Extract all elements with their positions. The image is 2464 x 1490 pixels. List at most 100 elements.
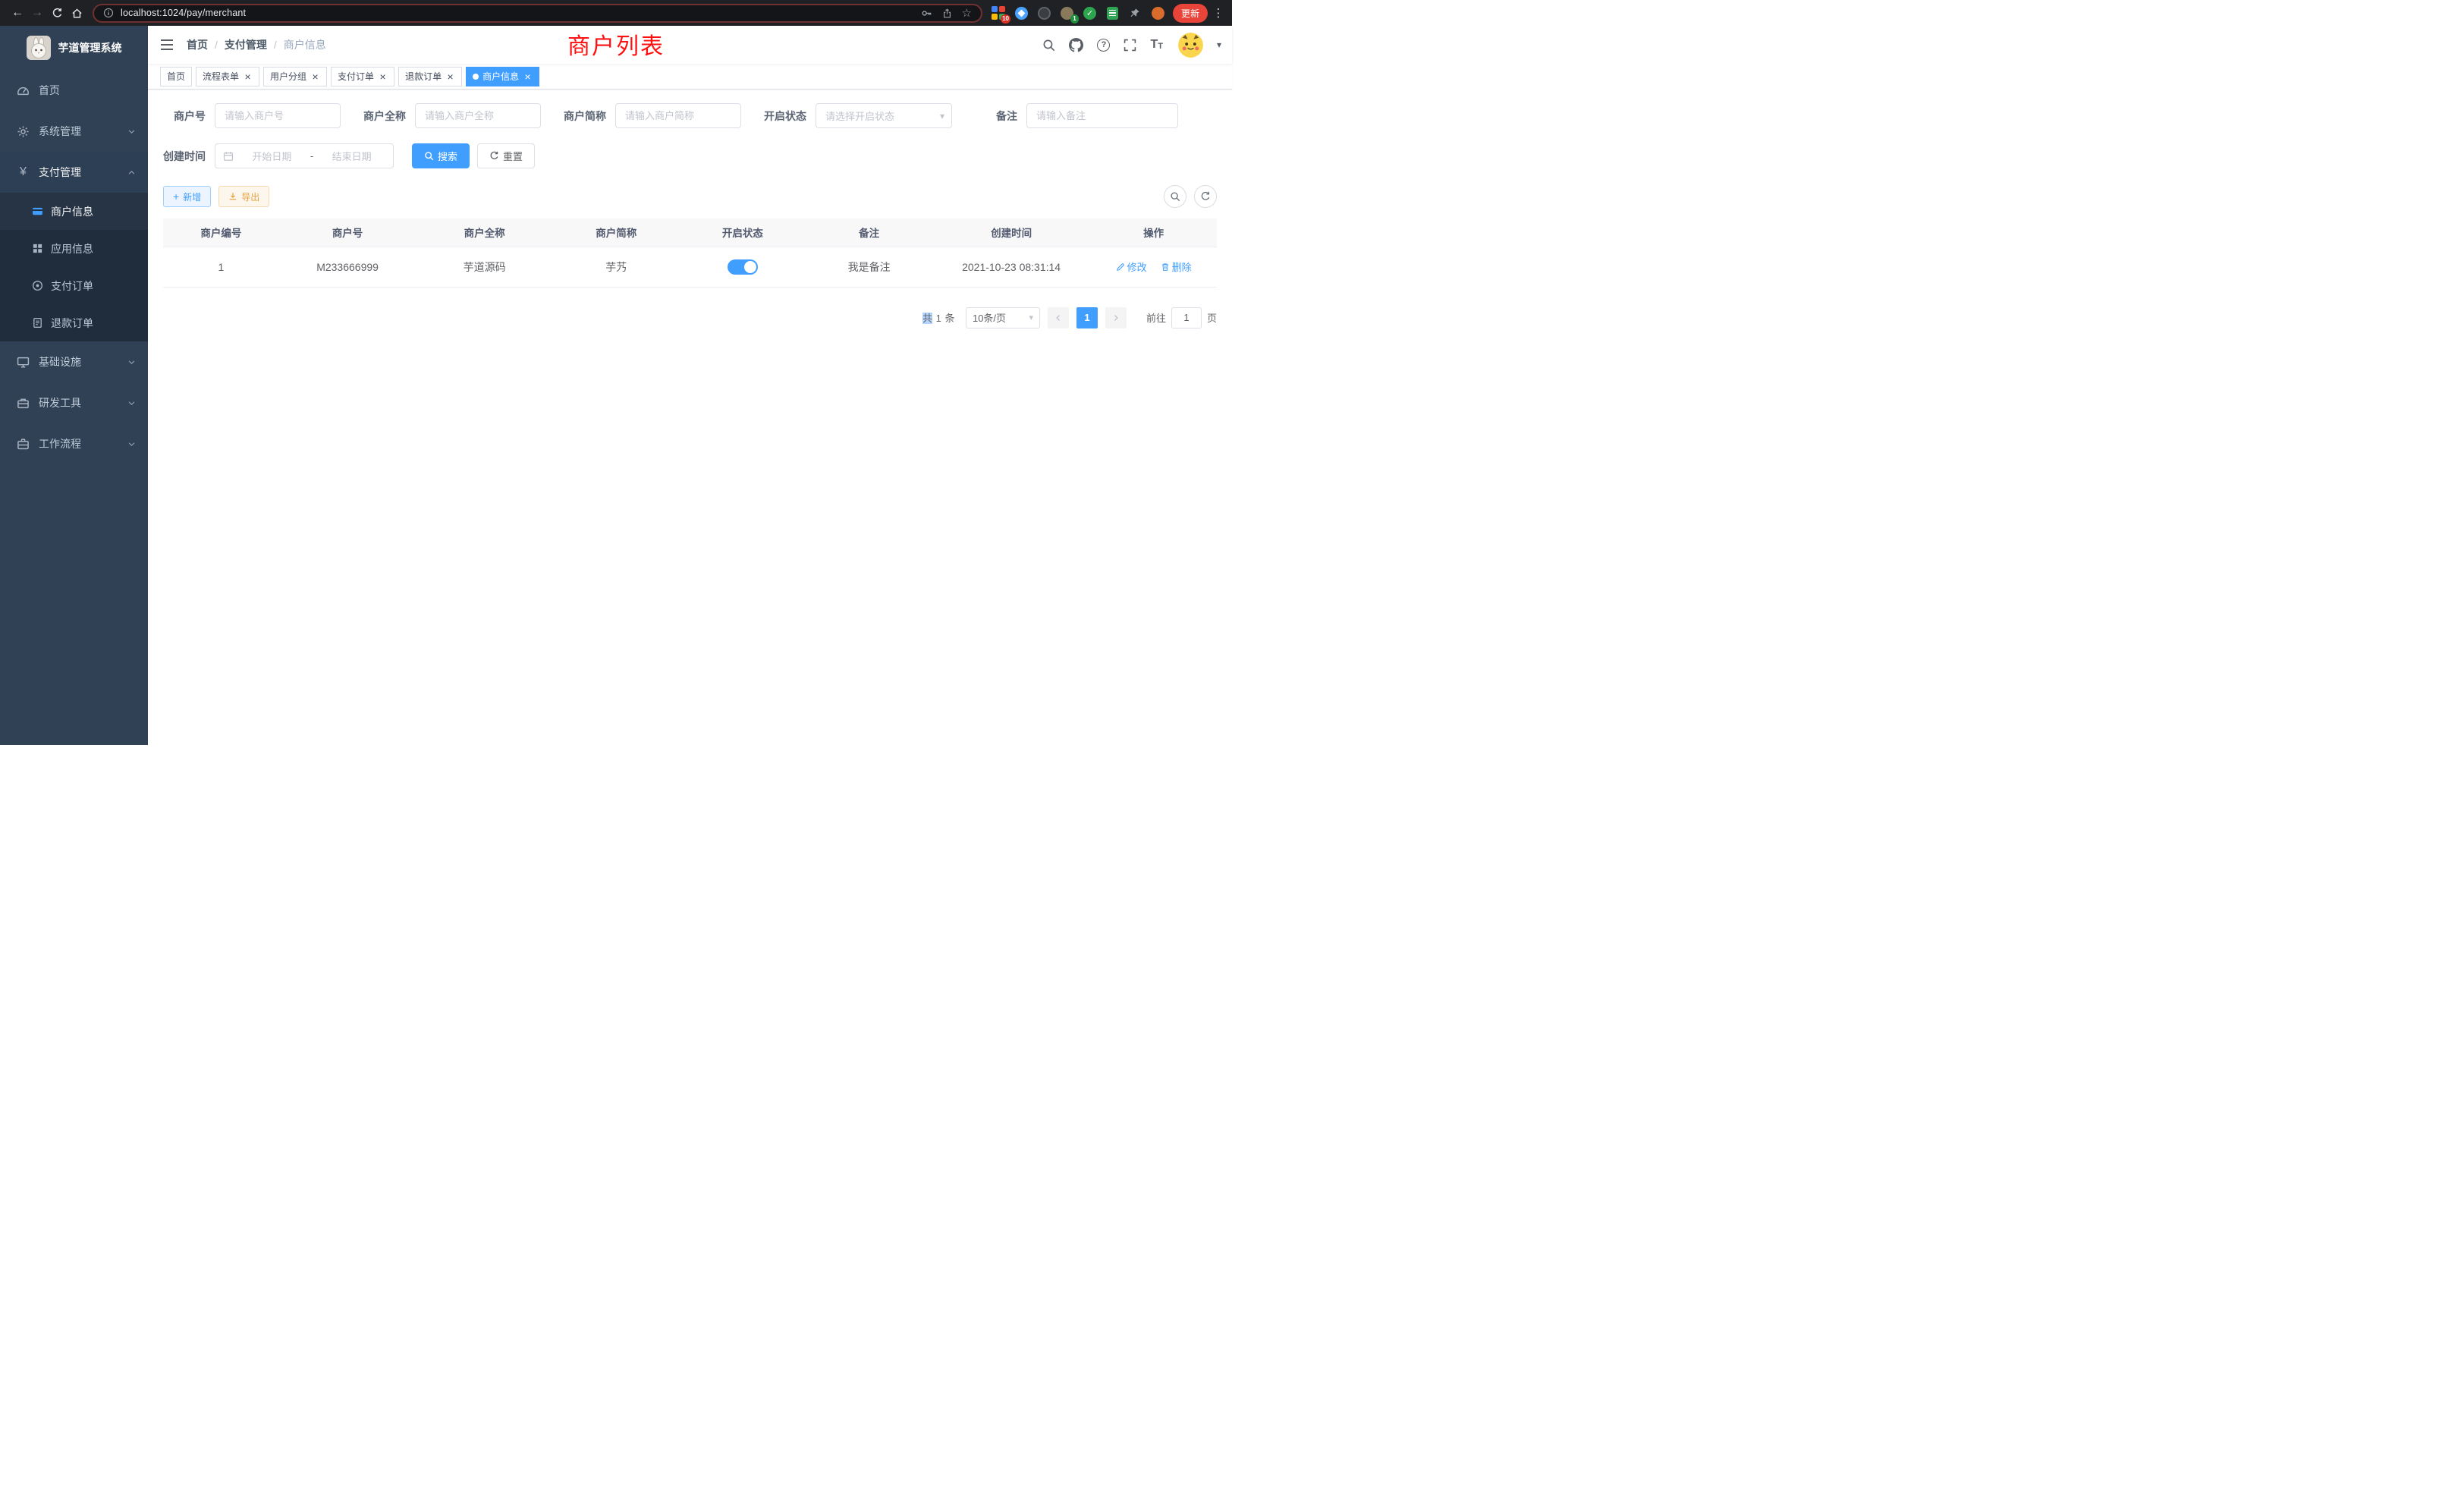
sidebar-item-workflow[interactable]: 工作流程 bbox=[0, 423, 148, 464]
sidebar-item-label: 系统管理 bbox=[39, 124, 81, 139]
site-info-icon[interactable] bbox=[103, 8, 114, 18]
start-date-input[interactable]: 开始日期 bbox=[238, 149, 306, 163]
page-number-button[interactable]: 1 bbox=[1076, 307, 1098, 328]
extension-green-check-icon[interactable]: ✓ bbox=[1083, 6, 1097, 20]
edit-button[interactable]: 修改 bbox=[1116, 259, 1147, 274]
plus-icon: + bbox=[173, 191, 179, 202]
chevron-down-icon bbox=[127, 358, 136, 366]
sidebar-item-merchant-info[interactable]: 商户信息 bbox=[0, 193, 148, 230]
trash-icon bbox=[1161, 262, 1170, 272]
font-size-icon[interactable]: TT bbox=[1150, 39, 1163, 51]
merchant-table: 商户编号 商户号 商户全称 商户简称 开启状态 备注 创建时间 操作 1 M23… bbox=[163, 218, 1217, 288]
close-icon[interactable]: × bbox=[445, 72, 455, 81]
browser-update-button[interactable]: 更新 bbox=[1173, 4, 1208, 23]
status-toggle[interactable] bbox=[728, 259, 758, 275]
export-button[interactable]: 导出 bbox=[218, 186, 269, 207]
close-icon[interactable]: × bbox=[523, 72, 533, 81]
extension-pin-icon[interactable] bbox=[1128, 6, 1142, 20]
sidebar-item-payment[interactable]: ¥ 支付管理 bbox=[0, 152, 148, 193]
browser-back-button[interactable]: ← bbox=[8, 3, 27, 23]
merchant-fullname-input[interactable] bbox=[415, 103, 541, 128]
tab-pay-order[interactable]: 支付订单 × bbox=[331, 67, 394, 86]
tab-refund-order[interactable]: 退款订单 × bbox=[398, 67, 462, 86]
share-icon[interactable] bbox=[942, 8, 952, 19]
browser-forward-button[interactable]: → bbox=[27, 3, 47, 23]
pagination: 共 1 条 10条/页 ▾ 1 前往 页 bbox=[163, 307, 1217, 328]
user-avatar[interactable] bbox=[1178, 33, 1203, 58]
pagination-total: 共 1 条 bbox=[922, 310, 955, 325]
extension-colorful-grid-icon[interactable]: 10 bbox=[992, 6, 1006, 20]
delete-button[interactable]: 删除 bbox=[1161, 259, 1192, 274]
next-page-button[interactable] bbox=[1105, 307, 1127, 328]
sidebar-item-pay-order[interactable]: 支付订单 bbox=[0, 267, 148, 304]
refresh-table-button[interactable] bbox=[1194, 185, 1217, 208]
reload-icon bbox=[52, 8, 63, 19]
sidebar-toggle-icon[interactable] bbox=[159, 36, 175, 53]
end-date-input[interactable]: 结束日期 bbox=[318, 149, 385, 163]
extension-badge: 10 bbox=[1001, 14, 1010, 24]
prev-page-button[interactable] bbox=[1048, 307, 1069, 328]
col-status: 开启状态 bbox=[680, 218, 806, 247]
extension-orange-avatar-icon[interactable] bbox=[1151, 6, 1165, 20]
sidebar-item-home[interactable]: 首页 bbox=[0, 70, 148, 111]
app-logo[interactable]: 芋道管理系统 bbox=[0, 26, 148, 70]
extension-green-doc-icon[interactable] bbox=[1105, 6, 1120, 20]
status-select[interactable]: 请选择开启状态 ▾ bbox=[816, 103, 952, 128]
toggle-search-button[interactable] bbox=[1164, 185, 1186, 208]
sidebar-item-app-info[interactable]: 应用信息 bbox=[0, 230, 148, 267]
extension-dark-circle-icon[interactable] bbox=[1037, 6, 1051, 20]
sidebar-item-refund-order[interactable]: 退款订单 bbox=[0, 304, 148, 341]
breadcrumb-separator: / bbox=[215, 39, 218, 51]
credit-card-icon bbox=[32, 206, 43, 217]
tags-view: 首页 流程表单 × 用户分组 × 支付订单 × 退款订单 × 商户信息 × bbox=[148, 64, 1232, 90]
header-search-icon[interactable] bbox=[1042, 39, 1055, 52]
dashboard-icon bbox=[17, 84, 30, 97]
breadcrumb-current: 商户信息 bbox=[284, 37, 326, 52]
tab-home[interactable]: 首页 bbox=[160, 67, 192, 86]
sidebar-item-infrastructure[interactable]: 基础设施 bbox=[0, 341, 148, 382]
breadcrumb-payment[interactable]: 支付管理 bbox=[225, 37, 267, 52]
github-icon[interactable] bbox=[1069, 38, 1083, 52]
goto-page-input[interactable] bbox=[1171, 307, 1202, 328]
sidebar-item-system[interactable]: 系统管理 bbox=[0, 111, 148, 152]
goto-suffix: 页 bbox=[1207, 310, 1217, 325]
cell-merchant-no: M233666999 bbox=[279, 247, 416, 287]
app-title: 芋道管理系统 bbox=[58, 40, 122, 55]
tab-process-form[interactable]: 流程表单 × bbox=[196, 67, 259, 86]
table-header-row: 商户编号 商户号 商户全称 商户简称 开启状态 备注 创建时间 操作 bbox=[163, 218, 1217, 247]
avatar-caret-icon[interactable]: ▾ bbox=[1217, 39, 1221, 50]
page-size-select[interactable]: 10条/页 ▾ bbox=[966, 307, 1040, 328]
breadcrumb-home[interactable]: 首页 bbox=[187, 37, 208, 52]
password-key-icon[interactable] bbox=[921, 8, 932, 19]
close-icon[interactable]: × bbox=[378, 72, 388, 81]
fullscreen-icon[interactable] bbox=[1124, 39, 1136, 52]
help-icon[interactable]: ? bbox=[1097, 39, 1110, 52]
chevron-right-icon bbox=[1111, 313, 1120, 322]
chevron-up-icon bbox=[127, 168, 136, 177]
tab-user-group[interactable]: 用户分组 × bbox=[263, 67, 327, 86]
close-icon[interactable]: × bbox=[310, 72, 320, 81]
reset-button[interactable]: 重置 bbox=[477, 143, 535, 168]
address-bar[interactable]: localhost:1024/pay/merchant ☆ bbox=[93, 4, 982, 23]
merchant-shortname-input[interactable] bbox=[615, 103, 741, 128]
browser-home-button[interactable] bbox=[67, 3, 86, 23]
browser-menu-icon[interactable]: ⋮ bbox=[1212, 6, 1224, 20]
bookmark-star-icon[interactable]: ☆ bbox=[962, 8, 972, 19]
browser-reload-button[interactable] bbox=[47, 3, 67, 23]
sidebar-item-dev-tools[interactable]: 研发工具 bbox=[0, 382, 148, 423]
create-time-range-picker[interactable]: 开始日期 - 结束日期 bbox=[215, 143, 394, 168]
extension-avatar-icon[interactable]: 1 bbox=[1060, 6, 1074, 20]
col-merchant-id: 商户编号 bbox=[163, 218, 279, 247]
add-button[interactable]: + 新增 bbox=[163, 186, 211, 207]
merchant-no-input[interactable] bbox=[215, 103, 341, 128]
download-icon bbox=[228, 192, 237, 201]
tab-merchant-info[interactable]: 商户信息 × bbox=[466, 67, 539, 86]
search-button[interactable]: 搜索 bbox=[412, 143, 470, 168]
briefcase-icon bbox=[17, 438, 30, 451]
url-text: localhost:1024/pay/merchant bbox=[121, 8, 914, 18]
remark-input[interactable] bbox=[1026, 103, 1178, 128]
close-icon[interactable]: × bbox=[243, 72, 253, 81]
extension-blue-drop-icon[interactable] bbox=[1014, 6, 1029, 20]
sidebar-item-label: 基础设施 bbox=[39, 354, 81, 369]
search-icon bbox=[1170, 191, 1180, 202]
